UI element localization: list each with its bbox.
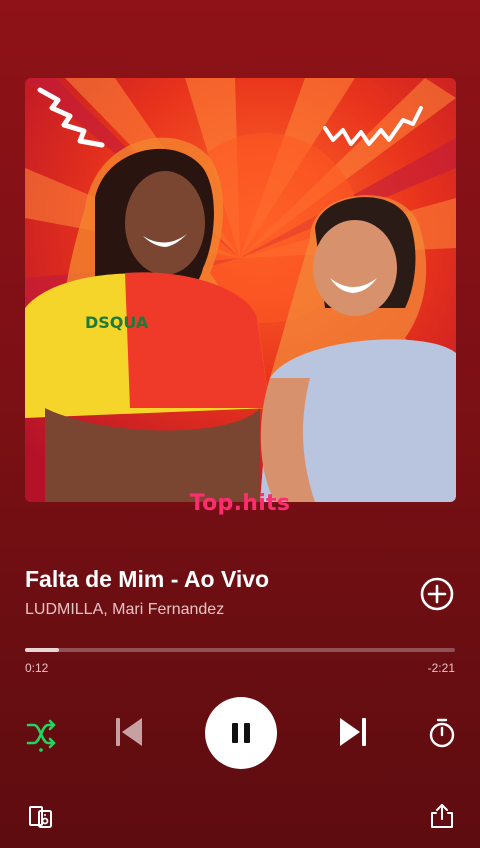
add-to-library-button[interactable] — [419, 576, 455, 612]
progress-bar[interactable] — [25, 648, 455, 652]
elapsed-time: 0:12 — [25, 661, 49, 675]
progress-fill — [25, 648, 60, 652]
skip-previous-icon — [116, 718, 142, 746]
shuffle-icon — [26, 719, 56, 752]
timer-icon — [429, 718, 455, 748]
share-icon — [431, 804, 453, 828]
plus-circle-icon — [420, 577, 454, 611]
previous-button[interactable] — [112, 714, 146, 750]
remaining-time: -2:21 — [427, 661, 455, 675]
watermark-text: Top.hits — [189, 491, 291, 516]
album-art: DSQUA — [25, 78, 456, 502]
svg-text:DSQUA: DSQUA — [85, 313, 149, 332]
pause-icon — [232, 723, 250, 743]
connect-devices-button[interactable] — [27, 802, 55, 830]
track-title: Falta de Mim - Ao Vivo — [25, 566, 270, 592]
share-button[interactable] — [428, 802, 456, 830]
sleep-timer-button[interactable] — [425, 716, 459, 750]
next-button[interactable] — [336, 714, 370, 750]
play-pause-button[interactable] — [205, 697, 277, 769]
skip-next-icon — [340, 718, 366, 746]
track-artists[interactable]: LUDMILLA, Mari Fernandez — [25, 601, 224, 619]
devices-icon — [29, 806, 52, 828]
shuffle-button[interactable] — [24, 716, 58, 752]
